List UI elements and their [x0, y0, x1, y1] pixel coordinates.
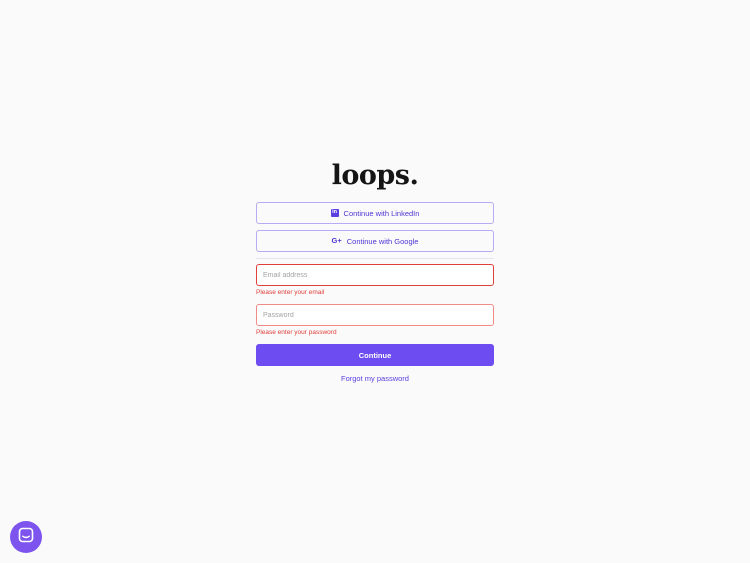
continue-with-linkedin-button[interactable]: in Continue with LinkedIn: [256, 202, 494, 224]
loops-logo: loops.: [331, 160, 419, 191]
google-plus-icon: G+: [331, 236, 342, 246]
forgot-password-link[interactable]: Forgot my password: [256, 374, 494, 383]
google-button-label: Continue with Google: [346, 236, 419, 246]
continue-with-google-button[interactable]: G+ Continue with Google: [256, 230, 494, 252]
email-field[interactable]: [256, 264, 494, 286]
linkedin-icon: in: [330, 209, 339, 217]
login-form: in Continue with LinkedIn G+ Continue wi…: [256, 202, 494, 383]
chat-icon: [18, 527, 34, 548]
linkedin-button-label: Continue with LinkedIn: [343, 208, 420, 218]
chat-launcher-button[interactable]: [10, 521, 42, 553]
password-error-message: Please enter your password: [256, 329, 337, 336]
email-error-message: Please enter your email: [256, 289, 325, 296]
continue-button[interactable]: Continue: [256, 344, 494, 366]
password-field[interactable]: [256, 304, 494, 326]
login-page: loops. in Continue with LinkedIn G+ Cont…: [0, 0, 750, 563]
divider: [256, 258, 494, 259]
